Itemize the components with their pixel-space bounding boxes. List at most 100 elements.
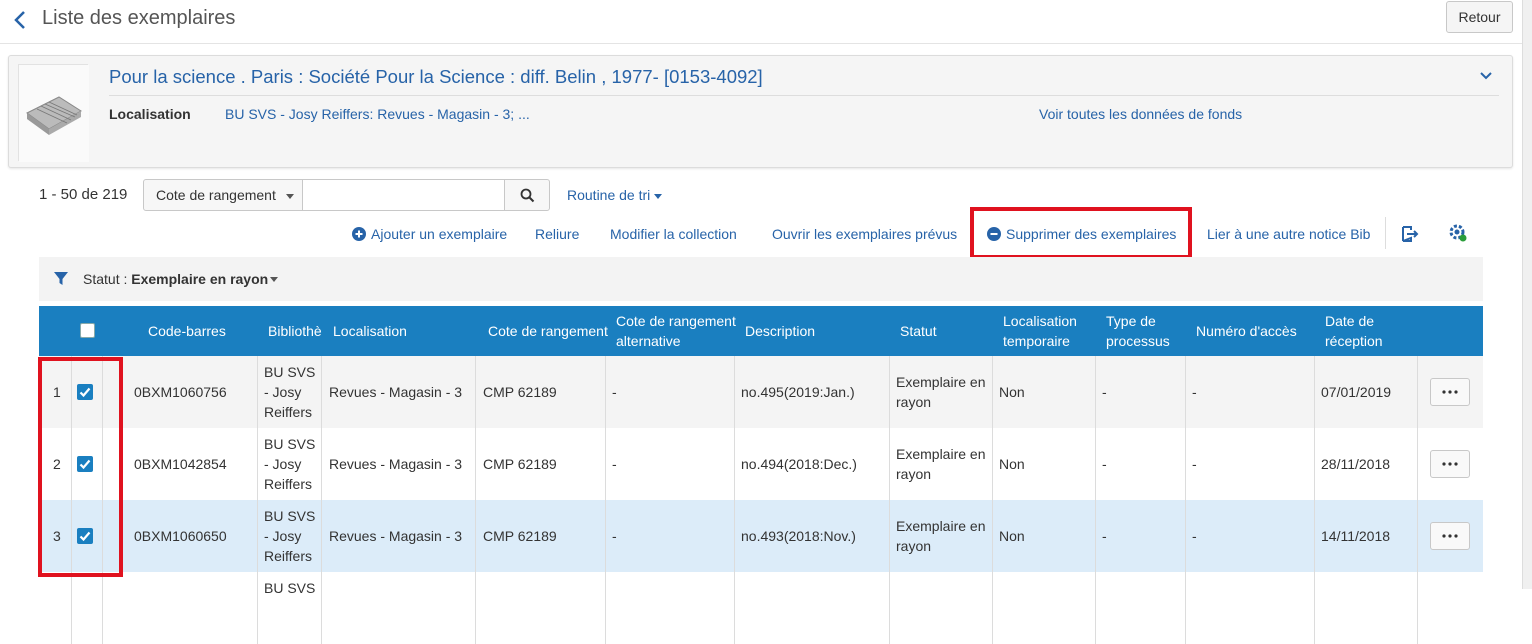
- location-cell: Revues - Magasin - 3: [329, 456, 463, 472]
- column-divider: [1095, 356, 1096, 428]
- column-divider: [889, 572, 890, 644]
- column-header-accession-number[interactable]: Numéro d'accès: [1196, 306, 1297, 356]
- table-row[interactable]: 2 0BXM1042854 BU SVS - Josy Reiffers Revues…: [39, 428, 1483, 500]
- table-row[interactable]: 3 0BXM1060650 BU SVS - Josy Reiffers Revues…: [39, 500, 1483, 572]
- open-predicted-items-button[interactable]: Ouvrir les exemplaires prévus: [772, 226, 957, 242]
- call-number-cell: CMP 62189: [483, 456, 557, 472]
- column-divider: [1095, 500, 1096, 572]
- back-button[interactable]: Retour: [1446, 1, 1513, 33]
- library-cell: BU SVS - Josy Reiffers: [264, 364, 316, 420]
- column-header-library[interactable]: Bibliothè: [268, 306, 322, 356]
- edit-collection-button[interactable]: Modifier la collection: [610, 226, 737, 242]
- column-header-location[interactable]: Localisation: [333, 306, 407, 356]
- description-cell: no.493(2018:Nov.): [741, 528, 856, 544]
- column-divider: [1417, 500, 1418, 572]
- binding-button[interactable]: Reliure: [535, 226, 579, 242]
- alt-call-number-cell: -: [612, 528, 617, 544]
- search-input[interactable]: [303, 179, 504, 211]
- column-header-description[interactable]: Description: [745, 306, 815, 356]
- ellipsis-icon: [1442, 390, 1458, 394]
- top-bar: Liste des exemplaires Retour: [0, 0, 1522, 44]
- barcode-link[interactable]: 0BXM1042854: [134, 428, 227, 500]
- view-all-holdings-link[interactable]: Voir toutes les données de fonds: [1039, 106, 1242, 122]
- chevron-left-icon[interactable]: [10, 8, 30, 32]
- search-icon: [520, 188, 534, 202]
- column-header-temp-location[interactable]: Localisation temporaire: [1003, 306, 1093, 356]
- vertical-scrollbar[interactable]: [1522, 0, 1532, 589]
- row-actions-button[interactable]: [1430, 522, 1470, 550]
- gear-icon[interactable]: [1448, 223, 1468, 243]
- description-cell: no.495(2019:Jan.): [741, 384, 855, 400]
- column-header-call-number[interactable]: Cote de rangement: [488, 306, 608, 356]
- column-divider: [734, 500, 735, 572]
- status-cell: Exemplaire en rayon: [896, 374, 986, 410]
- row-actions-button[interactable]: [1430, 378, 1470, 406]
- caret-down-icon: [654, 193, 663, 199]
- link-to-bib-button[interactable]: Lier à une autre notice Bib: [1207, 226, 1370, 242]
- accession-number-cell: -: [1192, 528, 1197, 544]
- column-divider: [1095, 428, 1096, 500]
- add-item-button[interactable]: Ajouter un exemplaire: [352, 226, 507, 242]
- search-button[interactable]: [504, 179, 550, 211]
- column-divider: [475, 428, 476, 500]
- row-actions-button[interactable]: [1430, 450, 1470, 478]
- library-cell: BU SVS: [264, 580, 316, 596]
- record-thumbnail: [18, 64, 89, 162]
- library-cell: BU SVS - Josy Reiffers: [264, 508, 316, 564]
- library-cell: BU SVS - Josy Reiffers: [264, 436, 316, 492]
- column-divider: [734, 356, 735, 428]
- status-filter-dropdown[interactable]: Statut : Exemplaire en rayon: [83, 271, 268, 287]
- column-divider: [1185, 500, 1186, 572]
- sort-routine-dropdown[interactable]: Routine de tri: [567, 187, 663, 203]
- items-table-header: Code-barres Bibliothè Localisation Cote …: [39, 306, 1483, 356]
- table-row[interactable]: BU SVS: [39, 572, 1483, 644]
- status-cell: Exemplaire en rayon: [896, 446, 986, 482]
- column-divider: [1314, 428, 1315, 500]
- temp-location-cell: Non: [999, 528, 1025, 544]
- ellipsis-icon: [1442, 462, 1458, 466]
- process-type-cell: -: [1102, 456, 1107, 472]
- column-divider: [1417, 428, 1418, 500]
- column-divider: [1314, 500, 1315, 572]
- column-header-alt-call-number[interactable]: Cote de rangement alternative: [616, 306, 741, 356]
- column-divider: [992, 428, 993, 500]
- accession-number-cell: -: [1192, 384, 1197, 400]
- column-header-barcode[interactable]: Code-barres: [148, 306, 226, 356]
- table-row[interactable]: 1 0BXM1060756 BU SVS - Josy Reiffers Revues…: [39, 356, 1483, 428]
- sort-routine-label: Routine de tri: [567, 187, 651, 203]
- select-all-checkbox[interactable]: [80, 323, 95, 338]
- column-divider: [1314, 572, 1315, 644]
- barcode-link[interactable]: 0BXM1060650: [134, 500, 227, 572]
- column-divider: [1185, 428, 1186, 500]
- receipt-date-cell: 28/11/2018: [1321, 456, 1391, 472]
- column-header-process-type[interactable]: Type de processus: [1106, 306, 1186, 356]
- column-header-status[interactable]: Statut: [900, 306, 937, 356]
- filter-icon: [54, 272, 68, 285]
- chevron-down-icon[interactable]: [1478, 68, 1494, 84]
- status-filter-label: Statut :: [83, 271, 128, 287]
- column-divider: [321, 356, 322, 428]
- column-divider: [257, 428, 258, 500]
- location-cell: Revues - Magasin - 3: [329, 384, 463, 400]
- caret-down-icon: [270, 277, 278, 282]
- column-header-receipt-date[interactable]: Date de réception: [1325, 306, 1405, 356]
- record-title-link[interactable]: Pour la science . Paris : Société Pour l…: [109, 66, 763, 88]
- column-divider: [321, 572, 322, 644]
- location-value-link[interactable]: BU SVS - Josy Reiffers: Revues - Magasin…: [225, 106, 530, 122]
- temp-location-cell: Non: [999, 384, 1025, 400]
- column-divider: [1417, 356, 1418, 428]
- search-scope-dropdown[interactable]: Cote de rangement: [143, 179, 303, 211]
- barcode-link[interactable]: 0BXM1060756: [134, 356, 227, 428]
- call-number-cell: CMP 62189: [483, 384, 557, 400]
- status-filter-value: Exemplaire en rayon: [131, 271, 269, 287]
- location-label: Localisation: [109, 106, 191, 122]
- column-divider: [734, 428, 735, 500]
- column-divider: [605, 500, 606, 572]
- temp-location-cell: Non: [999, 456, 1025, 472]
- status-cell: [896, 572, 991, 644]
- column-divider: [1185, 572, 1186, 644]
- column-divider: [321, 428, 322, 500]
- column-divider: [1314, 356, 1315, 428]
- export-icon[interactable]: [1400, 225, 1420, 243]
- column-divider: [257, 356, 258, 428]
